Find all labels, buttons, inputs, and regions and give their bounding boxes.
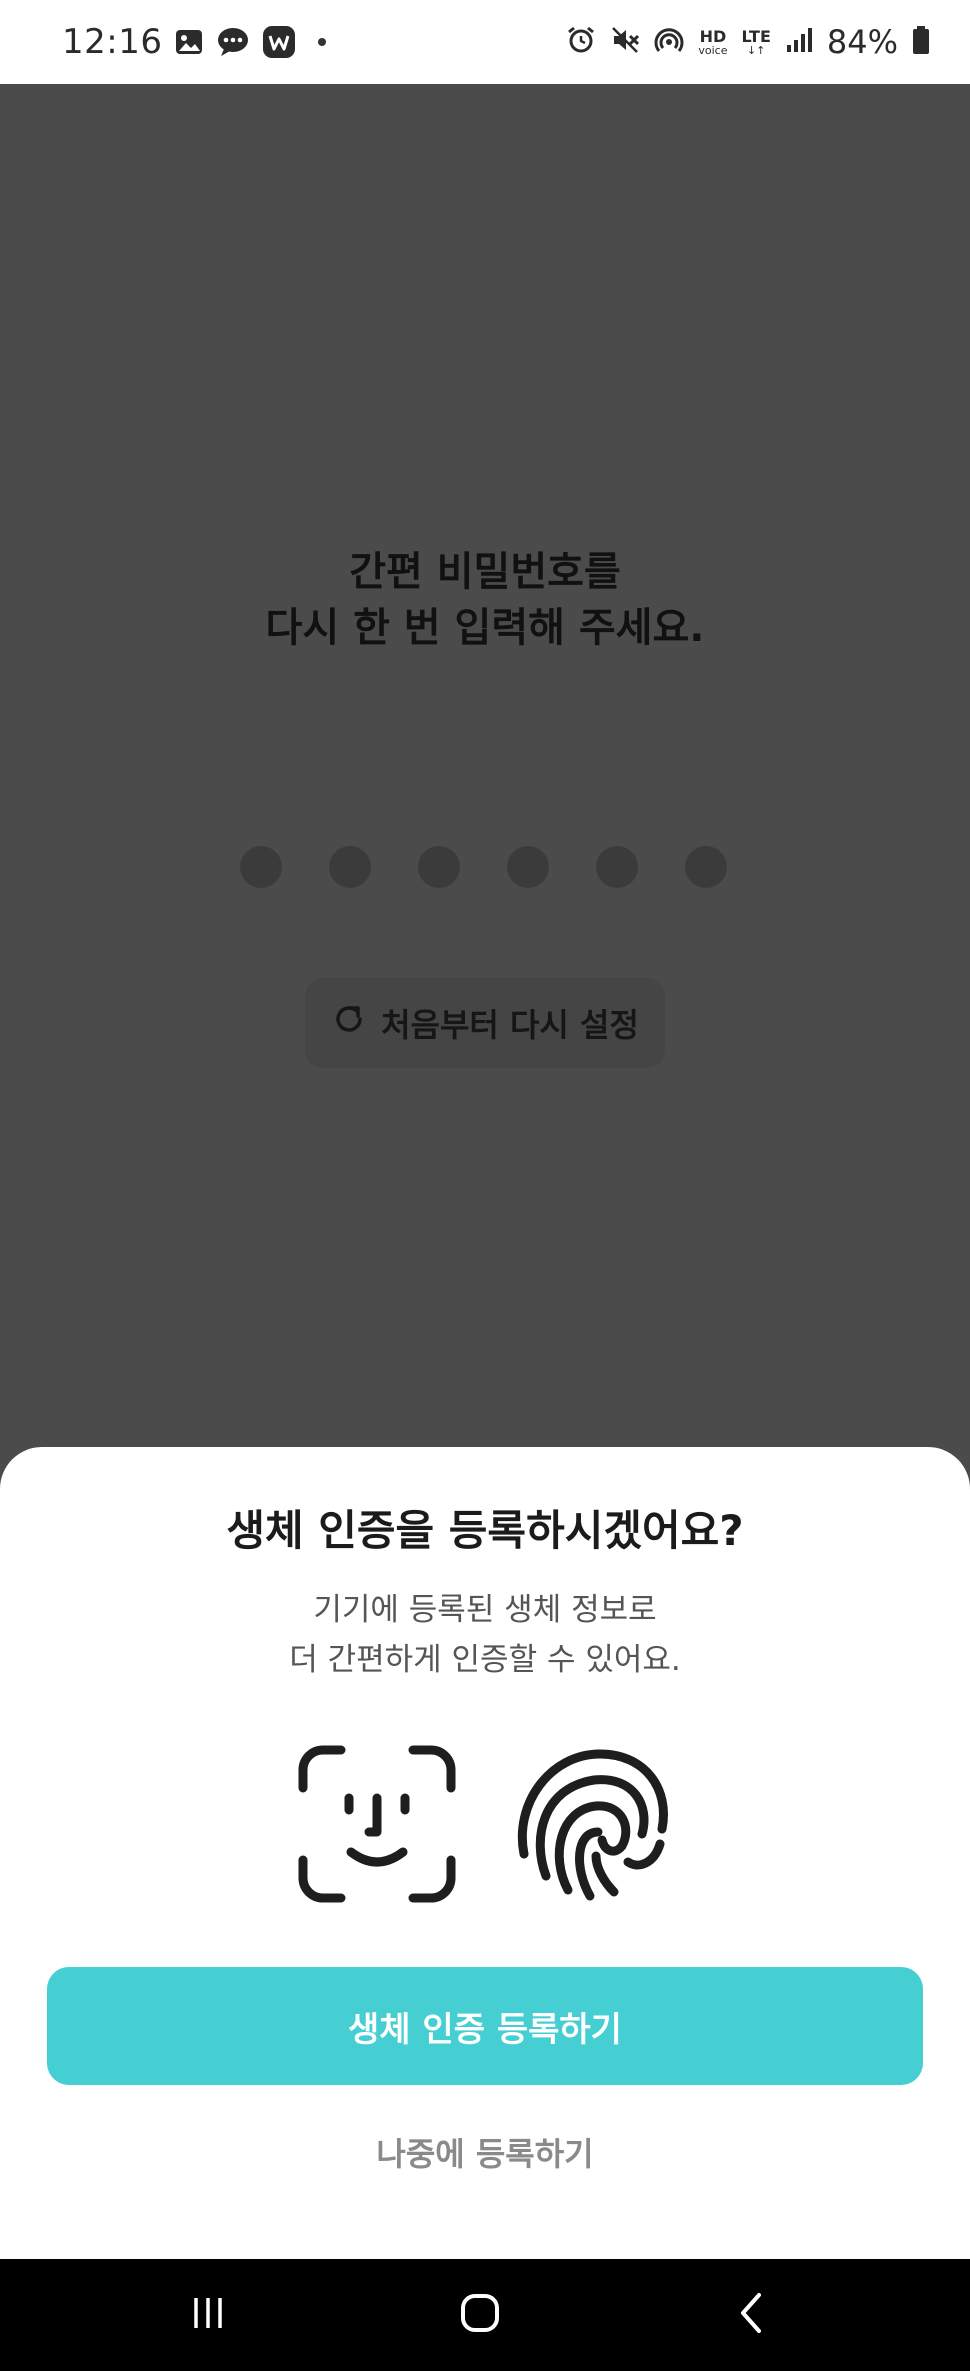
face-id-icon [297,1744,457,1908]
voice-label: voice [698,43,728,57]
biometric-icons [297,1744,675,1908]
status-left: 12:16 [62,0,327,84]
home-icon [458,2291,502,2339]
reset-pin-label: 처음부터 다시 설정 [381,1006,639,1044]
pin-dot [685,846,727,888]
system-nav-bar [0,2259,970,2371]
register-later-link[interactable]: 나중에 등록하기 [0,2129,970,2175]
sheet-description-line-1: 기기에 등록된 생체 정보로 [313,1592,657,1628]
pin-dot [418,846,460,888]
lte-label: LTE [741,26,771,46]
fingerprint-icon [510,1744,675,1908]
biometric-bottom-sheet: 생체 인증을 등록하시겠어요? 기기에 등록된 생체 정보로 더 간편하게 인증… [0,1447,970,2259]
status-time: 12:16 [62,22,163,62]
reset-pin-button[interactable]: 처음부터 다시 설정 [305,978,665,1068]
pin-dot [596,846,638,888]
hd-voice-indicator: HD voice [698,26,728,57]
recent-apps-icon [188,2293,228,2337]
hotspot-icon [654,25,684,59]
gallery-icon [174,28,204,56]
status-bar: 12:16 HD voice LTE ↓↑ 84% [0,0,970,84]
back-icon [732,2291,772,2339]
pin-dots [240,846,727,888]
sheet-description-line-2: 더 간편하게 인증할 수 있어요. [289,1642,681,1678]
lte-indicator: LTE ↓↑ [741,26,771,57]
pin-prompt-line-2: 다시 한 번 입력해 주세요. [265,605,705,651]
chat-icon [216,27,250,57]
home-button[interactable] [420,2259,540,2371]
data-arrows-icon: ↓↑ [746,43,766,57]
recent-apps-button[interactable] [148,2259,268,2371]
notification-dot [318,38,327,46]
sheet-title: 생체 인증을 등록하시겠어요? [226,1506,744,1555]
alarm-icon [566,25,596,59]
sheet-description: 기기에 등록된 생체 정보로 더 간편하게 인증할 수 있어요. [0,1585,970,1685]
battery-percent: 84% [826,23,898,61]
hd-label: HD [699,26,727,46]
refresh-icon [331,1001,367,1045]
pin-dot [240,846,282,888]
w-app-icon [262,25,296,59]
pin-dot [329,846,371,888]
pin-dot [507,846,549,888]
pin-entry-screen: 간편 비밀번호를 다시 한 번 입력해 주세요. 처음부터 다시 설정 [0,84,970,1444]
pin-prompt-line-1: 간편 비밀번호를 [349,549,621,595]
back-button[interactable] [692,2259,812,2371]
battery-icon [912,25,930,59]
pin-prompt-title: 간편 비밀번호를 다시 한 번 입력해 주세요. [0,544,970,656]
mute-icon [610,25,640,59]
signal-icon [785,26,813,58]
register-biometric-button[interactable]: 생체 인증 등록하기 [47,1967,923,2085]
status-right: HD voice LTE ↓↑ 84% [566,0,930,84]
